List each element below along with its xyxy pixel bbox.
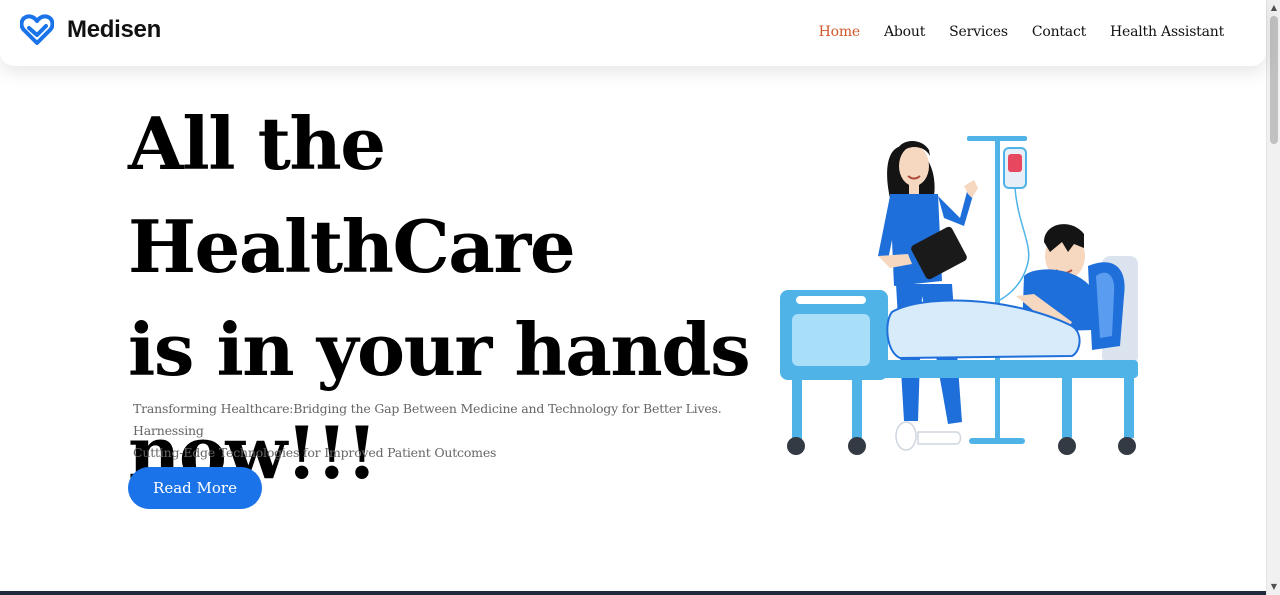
read-more-button[interactable]: Read More	[128, 467, 262, 509]
nav-services[interactable]: Services	[949, 24, 1008, 40]
hero-title-line: All the HealthCare	[128, 101, 576, 289]
hero-subtitle-line: Transforming Healthcare:Bridging the Gap…	[133, 401, 722, 438]
nav-contact[interactable]: Contact	[1032, 24, 1086, 40]
hero-subtitle-line: Cutting-Edge Technologies for Improved P…	[133, 445, 497, 460]
site-header: Medisen Home About Services Contact Heal…	[0, 0, 1266, 66]
nav-health-assistant[interactable]: Health Assistant	[1110, 24, 1224, 40]
brand-name: Medisen	[67, 16, 161, 43]
iv-stand-icon	[967, 136, 1030, 444]
scrollbar-thumb[interactable]	[1270, 16, 1278, 144]
nav-about[interactable]: About	[884, 24, 925, 40]
hero-title-line: is in your hands	[128, 307, 751, 392]
heart-logo-icon	[20, 14, 54, 45]
main-nav: Home About Services Contact Health Assis…	[795, 24, 1225, 40]
scroll-up-arrow-icon[interactable]: ▲	[1267, 2, 1280, 14]
nav-home[interactable]: Home	[819, 24, 861, 40]
section-divider	[0, 591, 1266, 595]
hero-subtitle: Transforming Healthcare:Bridging the Gap…	[133, 398, 763, 464]
nurse-figure	[878, 141, 978, 451]
vertical-scrollbar[interactable]: ▲ ▼	[1266, 0, 1280, 595]
scroll-down-arrow-icon[interactable]: ▼	[1267, 581, 1280, 593]
doctor-patient-illustration	[780, 136, 1138, 455]
brand-logo[interactable]: Medisen	[20, 14, 161, 46]
